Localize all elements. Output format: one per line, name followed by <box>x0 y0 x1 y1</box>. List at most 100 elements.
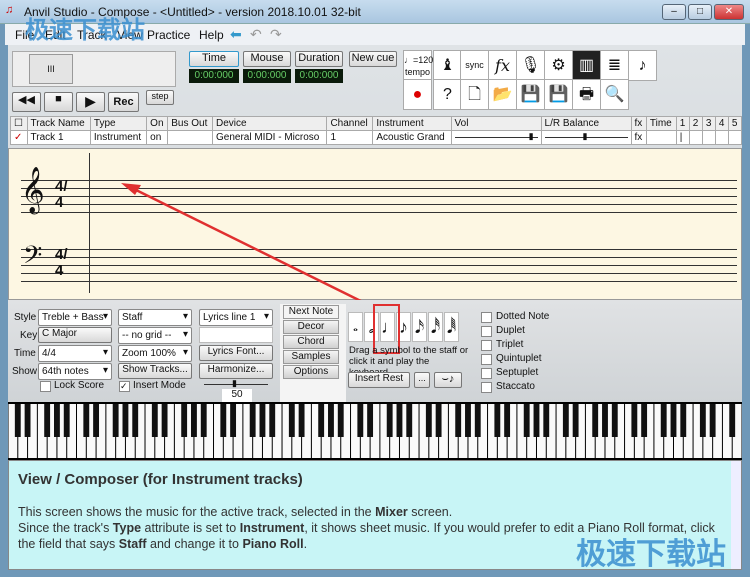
whole-note-icon[interactable]: 𝅝 <box>348 312 363 342</box>
save-icon[interactable]: 💾 <box>516 79 545 110</box>
tie-icon[interactable]: ⌣♪ <box>434 372 462 388</box>
help-scrollbar[interactable] <box>731 461 741 569</box>
redo-icon[interactable]: ↷ <box>270 26 282 43</box>
lyrics-input[interactable] <box>199 327 273 343</box>
show-tracks-button[interactable]: Show Tracks... <box>118 363 192 379</box>
black-key[interactable] <box>112 404 119 437</box>
black-key[interactable] <box>328 404 334 437</box>
rewind-button[interactable]: ◀◀ <box>12 92 41 112</box>
record-keyboard-icon[interactable]: ● <box>403 79 432 110</box>
black-key[interactable] <box>641 404 648 437</box>
check-icon[interactable]: ✓ <box>10 130 28 145</box>
menu-help[interactable]: Help <box>199 28 224 42</box>
harmonize-button[interactable]: Harmonize... <box>199 363 273 379</box>
black-key[interactable] <box>396 404 403 437</box>
lyrics-line-select[interactable]: Lyrics line 1 <box>199 309 273 326</box>
zoom-select[interactable]: Zoom 100% <box>118 345 192 362</box>
black-key[interactable] <box>24 404 31 437</box>
step-button[interactable]: step <box>146 90 174 105</box>
black-key[interactable] <box>631 404 638 437</box>
black-key[interactable] <box>572 404 579 437</box>
black-key[interactable] <box>249 404 256 437</box>
lock-score-checkbox[interactable] <box>40 381 51 392</box>
sixteenth-note-icon[interactable]: 𝅘𝅥𝅯 <box>412 312 427 342</box>
keyboard-view-icon[interactable]: ▥ <box>572 50 601 81</box>
bus-out-cell[interactable] <box>167 130 213 145</box>
time-select[interactable]: 4/4 <box>38 345 112 362</box>
scroll-thumb[interactable]: III <box>29 54 73 84</box>
black-key[interactable] <box>220 404 227 437</box>
black-key[interactable] <box>230 404 237 437</box>
lyrics-font-button[interactable]: Lyrics Font... <box>199 345 273 361</box>
black-key[interactable] <box>161 404 168 437</box>
insert-mode-checkbox[interactable]: ✓ <box>119 381 130 392</box>
black-key[interactable] <box>474 404 481 437</box>
view-mode-select[interactable]: Staff <box>118 309 192 326</box>
black-key[interactable] <box>386 404 393 437</box>
black-key[interactable] <box>435 404 442 437</box>
tab-samples[interactable]: Samples <box>283 350 339 364</box>
show-select[interactable]: 64th notes <box>38 363 112 380</box>
balance-slider[interactable]: ▮ <box>540 130 632 145</box>
black-key[interactable] <box>465 404 471 437</box>
maximize-button[interactable]: □ <box>688 4 712 20</box>
select-all-checkbox[interactable]: ☐ <box>10 116 28 131</box>
new-cue-button[interactable]: New cue <box>349 51 397 67</box>
fx-cell[interactable]: fx <box>630 130 647 145</box>
tempo-button[interactable]: ♩=120 tempo <box>403 50 433 81</box>
duration-button[interactable]: Duration <box>295 51 343 67</box>
black-key[interactable] <box>602 404 608 437</box>
tab-decor[interactable]: Decor <box>283 320 339 334</box>
black-key[interactable] <box>523 404 530 437</box>
black-key[interactable] <box>406 404 413 437</box>
black-key[interactable] <box>288 404 295 437</box>
black-key[interactable] <box>337 404 344 437</box>
record-button[interactable]: Rec <box>108 92 139 112</box>
device-cell[interactable]: General MIDI - Microso <box>211 130 328 145</box>
triplet-option[interactable]: Triplet <box>481 339 561 353</box>
type-cell[interactable]: Instrument <box>89 130 148 145</box>
black-key[interactable] <box>181 404 188 437</box>
black-key[interactable] <box>367 404 374 437</box>
quintuplet-option[interactable]: Quintuplet <box>481 353 561 367</box>
print-preview-icon[interactable]: 🔍 <box>600 79 629 110</box>
black-key[interactable] <box>729 404 736 437</box>
minimize-button[interactable]: – <box>662 4 686 20</box>
close-button[interactable]: ✕ <box>714 4 744 20</box>
black-key[interactable] <box>132 404 139 437</box>
insert-rest-button[interactable]: Insert Rest <box>348 372 410 388</box>
audio-jack-icon[interactable]: 🎙 <box>516 50 545 81</box>
tab-options[interactable]: Options <box>283 365 339 379</box>
septuplet-option[interactable]: Septuplet <box>481 367 561 381</box>
audio-note-icon[interactable]: ♪ <box>628 50 657 81</box>
duplet-option[interactable]: Duplet <box>481 325 561 339</box>
black-key[interactable] <box>592 404 599 437</box>
back-icon[interactable]: ⬅ <box>230 26 242 43</box>
thirty-second-note-icon[interactable]: 𝅘𝅥𝅰 <box>428 312 443 342</box>
stop-button[interactable]: ■ <box>44 92 73 112</box>
black-key[interactable] <box>709 404 716 437</box>
black-key[interactable] <box>200 404 207 437</box>
metronome-icon[interactable]: ♝ <box>433 50 462 81</box>
undo-icon[interactable]: ↶ <box>250 26 262 43</box>
black-key[interactable] <box>269 404 276 437</box>
track-name-cell[interactable]: Track 1 <box>26 130 91 145</box>
mouse-button[interactable]: Mouse <box>243 51 291 67</box>
black-key[interactable] <box>562 404 569 437</box>
black-key[interactable] <box>14 404 21 437</box>
on-cell[interactable]: on <box>146 130 169 145</box>
black-key[interactable] <box>543 404 550 437</box>
instrument-cell[interactable]: Acoustic Grand <box>372 130 452 145</box>
grid-select[interactable]: -- no grid -- <box>118 327 192 344</box>
style-select[interactable]: Treble + Bass <box>38 309 112 326</box>
print-icon[interactable]: 🖶 <box>572 79 601 110</box>
slider-thumb[interactable]: ▮ <box>232 378 237 389</box>
black-key[interactable] <box>259 404 266 437</box>
staff-view-icon[interactable]: ≣ <box>600 50 629 81</box>
time-button[interactable]: Time <box>189 51 239 67</box>
open-folder-icon[interactable]: 📂 <box>488 79 517 110</box>
table-row[interactable]: ✓ Track 1 Instrument on General MIDI - M… <box>10 130 743 145</box>
save-as-icon[interactable]: 💾 <box>544 79 573 110</box>
staccato-option[interactable]: Staccato <box>481 381 561 395</box>
new-file-icon[interactable]: 🗋 <box>460 79 489 110</box>
